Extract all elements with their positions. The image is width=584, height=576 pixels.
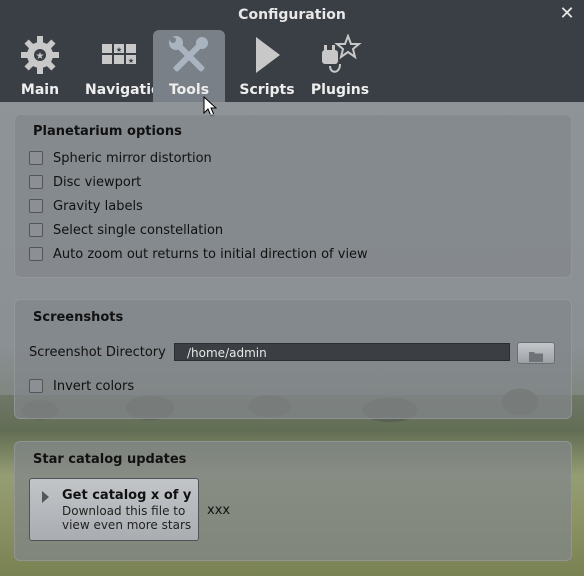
tab-navigation-label: Navigation [85,82,153,98]
checkbox[interactable] [29,175,43,189]
option-label: Invert colors [53,378,135,394]
window-title: Configuration [238,7,346,23]
option-disc-viewport[interactable]: Disc viewport [29,172,141,192]
navigation-keys-icon: ★ ★ [98,34,140,80]
option-label: Select single constellation [53,222,224,238]
checkbox[interactable] [29,223,43,237]
screenshots-group: Screenshots Screenshot Directory /home/a… [14,299,572,419]
title-bar[interactable]: Configuration ✕ [0,0,584,30]
tab-scripts-label: Scripts [239,82,295,98]
option-label: Spheric mirror distortion [53,150,212,166]
option-spheric-mirror[interactable]: Spheric mirror distortion [29,148,212,168]
option-single-constellation[interactable]: Select single constellation [29,220,223,240]
star-catalog-updates-group: Star catalog updates Get catalog x of y … [14,441,572,561]
tab-bar: ★ Main ★ ★ Navigati Tools Scripts Plugin… [0,30,584,117]
gear-icon: ★ [19,34,61,80]
star-catalog-updates-title: Star catalog updates [33,452,187,467]
tab-plugins-label: Plugins [310,82,370,98]
option-label: Disc viewport [53,174,142,190]
get-catalog-button-description: Download this file to view even more sta… [62,504,192,532]
tab-navigation[interactable]: ★ ★ Navigation [85,30,153,102]
folder-icon [529,347,543,366]
checkbox[interactable] [29,379,43,393]
option-auto-zoom-out[interactable]: Auto zoom out returns to initial directi… [29,244,368,264]
checkbox[interactable] [29,151,43,165]
svg-text:★: ★ [128,57,134,65]
svg-text:★: ★ [36,51,45,62]
tab-tools[interactable]: Tools [153,30,225,102]
screenshot-directory-label: Screenshot Directory [29,345,166,360]
tools-icon [167,34,211,82]
get-catalog-button[interactable]: Get catalog x of y Download this file to… [29,478,199,541]
option-gravity-labels[interactable]: Gravity labels [29,196,143,216]
tab-scripts[interactable]: Scripts [236,30,298,102]
option-label: Auto zoom out returns to initial directi… [53,246,368,262]
tab-plugins[interactable]: Plugins [308,30,372,102]
tab-main-label: Main [20,82,60,98]
plugin-icon [318,33,362,82]
catalog-status-text: xxx [207,503,231,518]
checkbox[interactable] [29,199,43,213]
get-catalog-button-title: Get catalog x of y [62,488,192,503]
option-invert-colors[interactable]: Invert colors [29,376,134,396]
screenshots-title: Screenshots [33,310,124,325]
screenshot-directory-input[interactable]: /home/admin [174,343,510,361]
svg-text:★: ★ [116,46,122,54]
tab-main[interactable]: ★ Main [10,30,70,102]
configuration-window: Configuration ✕ ★ Main ★ ★ Navigati Tool… [0,0,584,576]
planetarium-options-group: Planetarium options Spheric mirror disto… [14,114,572,278]
browse-directory-button[interactable] [517,342,555,364]
planetarium-options-title: Planetarium options [33,124,182,139]
close-icon[interactable]: ✕ [558,5,576,23]
checkbox[interactable] [29,247,43,261]
option-label: Gravity labels [53,198,143,214]
expand-arrow-icon [42,491,49,503]
play-icon [246,34,288,80]
